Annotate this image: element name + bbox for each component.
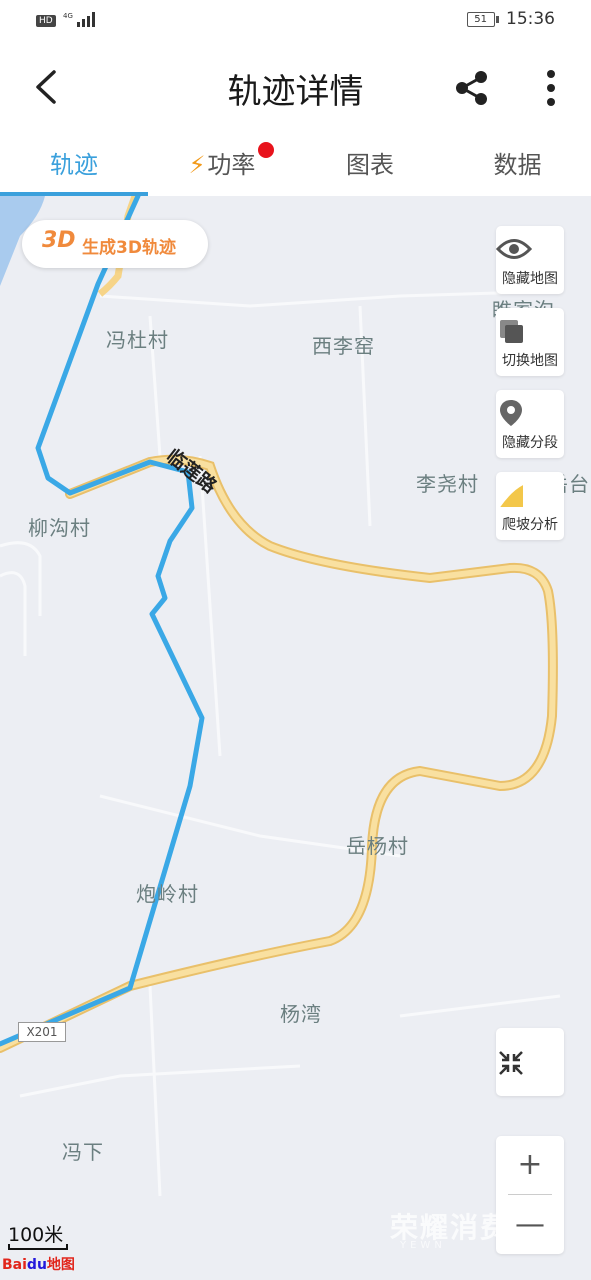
control-label: 隐藏地图 (502, 271, 558, 287)
status-right: 51 15:36 (466, 9, 555, 29)
tab-label: 功率 (207, 151, 256, 179)
hide-segments-button[interactable]: 隐藏分段 (496, 390, 564, 458)
tab-data[interactable]: 数据 (444, 134, 591, 196)
generate-3d-label: 生成3D轨迹 (82, 238, 176, 258)
map-view[interactable]: 冯杜村 西李窑 柳沟村 李尧村 岳杨村 炮岭村 杨湾 冯下 睢家沟 岳台 临莲路… (0, 196, 591, 1280)
tab-label: 数据 (493, 151, 542, 179)
main-road (0, 456, 556, 1051)
tab-power[interactable]: ⚡功率 (148, 134, 296, 196)
clock: 15:36 (506, 9, 555, 29)
eye-icon (496, 234, 564, 264)
3d-prefix: 3D (42, 228, 76, 253)
zoom-divider (508, 1194, 552, 1195)
baidu-logo: Baidu地图 (2, 1257, 75, 1273)
scale-label: 100米 (8, 1224, 64, 1246)
place-label: 李尧村 (416, 472, 479, 496)
page-title: 轨迹详情 (227, 72, 364, 112)
control-label: 切换地图 (502, 353, 558, 369)
switch-map-button[interactable]: 切换地图 (496, 308, 564, 376)
status-left: HD 4G (36, 11, 97, 30)
place-label: 柳沟村 (28, 516, 91, 540)
place-label: 岳杨村 (346, 834, 409, 858)
notification-dot (258, 142, 274, 158)
bolt-icon: ⚡ (188, 151, 206, 179)
zoom-in-button[interactable]: + (496, 1136, 564, 1194)
tab-track[interactable]: 轨迹 (0, 134, 148, 196)
slope-icon (496, 480, 564, 510)
more-vertical-icon[interactable] (536, 68, 566, 110)
back-arrow-icon[interactable] (28, 64, 68, 110)
share-icon[interactable] (450, 66, 494, 110)
road-tag: X201 (18, 1022, 66, 1042)
place-label: 西李窑 (312, 334, 375, 358)
control-label: 隐藏分段 (502, 435, 558, 451)
signal-label: 4G (63, 12, 73, 20)
place-label: 杨湾 (280, 1002, 322, 1026)
hide-map-button[interactable]: 隐藏地图 (496, 226, 564, 294)
minor-roads (0, 289, 561, 1197)
track-line (0, 196, 205, 1047)
control-label: 爬坡分析 (502, 517, 558, 533)
place-label: 炮岭村 (136, 882, 199, 906)
place-label: 冯杜村 (106, 328, 169, 352)
place-label: 冯下 (62, 1140, 104, 1164)
tab-chart[interactable]: 图表 (296, 134, 444, 196)
title-bar: 轨迹详情 (0, 42, 591, 134)
status-bar: HD 4G 51 15:36 (0, 0, 591, 42)
collapse-button[interactable] (496, 1028, 564, 1096)
hd-badge: HD (36, 14, 56, 27)
watermark-sub: YEWN (400, 1240, 446, 1251)
battery-icon: 51 (466, 11, 499, 27)
tab-bar: 轨迹 ⚡功率 图表 数据 (0, 134, 591, 196)
collapse-arrows-icon (496, 1048, 564, 1078)
tab-label: 图表 (346, 151, 394, 179)
signal-icon: 4G (63, 11, 97, 30)
layers-icon (496, 316, 564, 346)
generate-3d-button[interactable]: 3D 生成3D轨迹 (22, 220, 208, 268)
tab-label: 轨迹 (50, 151, 98, 179)
scale-bar (8, 1244, 68, 1250)
climb-analysis-button[interactable]: 爬坡分析 (496, 472, 564, 540)
location-pin-icon (496, 398, 564, 428)
